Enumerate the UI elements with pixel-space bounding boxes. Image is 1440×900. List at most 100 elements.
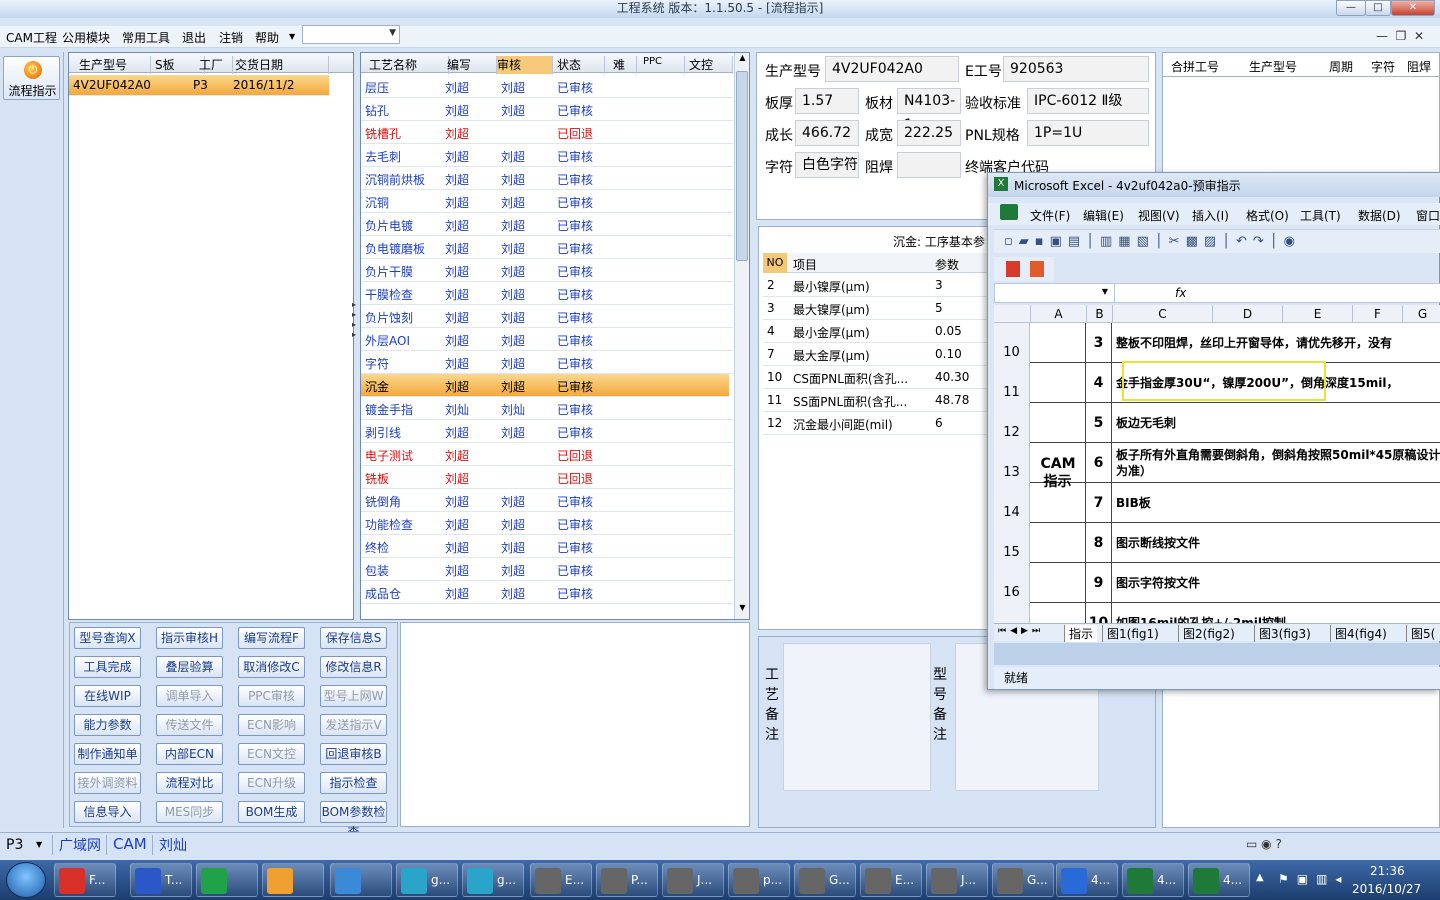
action-button[interactable]: MES同步 — [156, 801, 223, 823]
tray-arrow-icon[interactable]: ▲ — [1256, 872, 1264, 883]
col-ppc[interactable]: PPC — [643, 56, 685, 74]
action-button[interactable]: 内部ECN — [156, 743, 223, 765]
pdf-settings-icon[interactable] — [1030, 261, 1044, 277]
col-difficulty[interactable]: 难 — [613, 56, 637, 74]
mdi-controls[interactable]: — ❐ ✕ — [1376, 29, 1424, 43]
instruction-cell[interactable]: 图示断线按文件 — [1116, 535, 1440, 551]
menu-logout[interactable]: 注销 — [219, 29, 243, 46]
menu-tools[interactable]: 常用工具 — [122, 29, 170, 46]
process-row[interactable]: 铣板 刘超 已回退 — [361, 466, 733, 489]
process-row[interactable]: 沉金 刘超 刘超 已审核 — [361, 374, 729, 397]
process-row[interactable]: 干膜检查 刘超 刘超 已审核 — [361, 282, 733, 305]
taskbar-item[interactable]: g... — [462, 863, 524, 897]
thickness-field[interactable]: 1.57 — [795, 88, 859, 114]
col-date[interactable]: 交货日期 — [233, 56, 329, 74]
scroll-up-icon[interactable]: ▲ — [735, 53, 750, 68]
sheet-tab[interactable]: 图4(fig4) — [1330, 625, 1391, 642]
action-button[interactable]: 能力参数 — [74, 714, 141, 736]
action-button[interactable]: 取消修改C — [238, 656, 305, 678]
menu-cam[interactable]: CAM工程 — [6, 29, 57, 46]
eno-field[interactable]: 920563 — [1003, 56, 1149, 82]
action-button[interactable]: PPC审核 — [238, 685, 305, 707]
index-cell[interactable]: 7 — [1086, 483, 1112, 523]
sheet-tab[interactable]: 图5( — [1406, 625, 1439, 642]
excel-menu-file[interactable]: 文件(F) — [1030, 207, 1070, 224]
action-button[interactable]: 编写流程F — [238, 627, 305, 649]
col-merge-cycle[interactable]: 周期 — [1329, 58, 1369, 76]
tray-icons[interactable]: ⚑▣▥◂ — [1278, 872, 1349, 886]
action-button[interactable]: BOM生成 — [238, 801, 305, 823]
process-row[interactable]: 铣倒角 刘超 刘超 已审核 — [361, 489, 733, 512]
taskbar-item[interactable]: P... — [596, 863, 658, 897]
process-row[interactable]: 成品仓 刘超 刘超 已审核 — [361, 581, 733, 604]
taskbar-item[interactable]: T... — [130, 863, 192, 897]
excel-menu-window[interactable]: 窗口 — [1416, 207, 1440, 224]
row-number[interactable]: 16 — [994, 563, 1030, 603]
action-button[interactable]: BOM参数检查 — [320, 801, 387, 839]
taskbar-item[interactable]: 4... — [1188, 863, 1250, 897]
taskbar-item[interactable]: J... — [926, 863, 988, 897]
row-number[interactable]: 15 — [994, 523, 1030, 563]
action-button[interactable]: 信息导入 — [74, 801, 141, 823]
action-button[interactable]: 修改信息R — [320, 656, 387, 678]
row-number[interactable]: 10 — [994, 323, 1030, 363]
taskbar-item[interactable]: E... — [860, 863, 922, 897]
sheet-tab[interactable]: 图2(fig2) — [1178, 625, 1239, 642]
row-number[interactable]: 11 — [994, 363, 1030, 403]
name-box[interactable]: ▼ — [995, 284, 1115, 302]
excel-menu-tools[interactable]: 工具(T) — [1300, 207, 1341, 224]
scroll-down-icon[interactable]: ▼ — [735, 603, 750, 618]
taskbar-item[interactable] — [262, 863, 324, 897]
menu-public[interactable]: 公用模块 — [62, 29, 110, 46]
taskbar-item[interactable] — [330, 863, 392, 897]
instruction-cell[interactable]: BIB板 — [1116, 495, 1440, 511]
pnl-field[interactable]: 1P=1U — [1027, 120, 1149, 146]
row-number[interactable]: 12 — [994, 403, 1030, 443]
action-button[interactable]: ECN影响 — [238, 714, 305, 736]
column-header[interactable]: E — [1282, 305, 1352, 323]
excel-hscroll[interactable] — [994, 643, 1440, 665]
menu-help[interactable]: 帮助 — [255, 29, 279, 46]
process-row[interactable]: 外层AOI 刘超 刘超 已审核 — [361, 328, 733, 351]
taskbar-item[interactable]: E... — [530, 863, 592, 897]
sheet-tab[interactable]: 指示 — [1064, 625, 1098, 642]
action-button[interactable]: 制作通知单 — [74, 743, 141, 765]
action-button[interactable]: ECN升级 — [238, 772, 305, 794]
row-number[interactable]: 13 — [994, 443, 1030, 483]
col-writer[interactable]: 编写 — [447, 56, 497, 74]
width-field[interactable]: 222.25 — [897, 120, 961, 146]
col-merge-model[interactable]: 生产型号 — [1249, 58, 1327, 76]
process-row[interactable]: 终检 刘超 刘超 已审核 — [361, 535, 733, 558]
taskbar-item[interactable]: p... — [728, 863, 790, 897]
action-button[interactable]: 叠层验算 — [156, 656, 223, 678]
process-row[interactable]: 负电镀磨板 刘超 刘超 已审核 — [361, 236, 733, 259]
model-field[interactable]: 4V2UF042A0 — [825, 56, 959, 82]
index-cell[interactable]: 5 — [1086, 403, 1112, 443]
excel-toolbar[interactable]: ▫▰▪▣▤│▥▦▧│✂▩▨│↶↷│◉ — [994, 229, 1440, 253]
excel-menu-edit[interactable]: 编辑(E) — [1083, 207, 1124, 224]
process-row[interactable]: 沉铜 刘超 刘超 已审核 — [361, 190, 733, 213]
action-button[interactable]: 接外调资料 — [74, 772, 141, 794]
taskbar-item[interactable]: J... — [662, 863, 724, 897]
sheet-tab[interactable]: 图1(fig1) — [1102, 625, 1163, 642]
process-row[interactable]: 镀金手指 刘灿 刘灿 已审核 — [361, 397, 733, 420]
index-cell[interactable]: 3 — [1086, 323, 1112, 363]
module-combo[interactable]: ▼ — [302, 25, 400, 44]
col-doc[interactable]: 文控 — [689, 56, 733, 74]
col-factory[interactable]: 工厂 — [197, 56, 233, 74]
action-button[interactable]: 回退审核B — [320, 743, 387, 765]
action-button[interactable]: 型号查询X — [74, 627, 141, 649]
scroll-thumb[interactable] — [736, 71, 748, 261]
instruction-cell[interactable]: 板子所有外直角需要倒斜角，倒斜角按照50mil*45原稿设计为准） — [1116, 447, 1440, 479]
action-button[interactable]: 指示检查 — [320, 772, 387, 794]
standard-field[interactable]: IPC-6012 Ⅱ级 — [1027, 88, 1149, 114]
process-row[interactable]: 功能检查 刘超 刘超 已审核 — [361, 512, 733, 535]
col-merge-no[interactable]: 合拼工号 — [1171, 58, 1249, 76]
row-number[interactable]: 14 — [994, 483, 1030, 523]
action-button[interactable]: 发送指示V — [320, 714, 387, 736]
action-button[interactable]: 型号上网W — [320, 685, 387, 707]
excel-doc-icon[interactable] — [1000, 204, 1018, 220]
action-button[interactable]: 保存信息S — [320, 627, 387, 649]
column-header[interactable]: B — [1086, 305, 1112, 323]
excel-menu-data[interactable]: 数据(D) — [1358, 207, 1401, 224]
